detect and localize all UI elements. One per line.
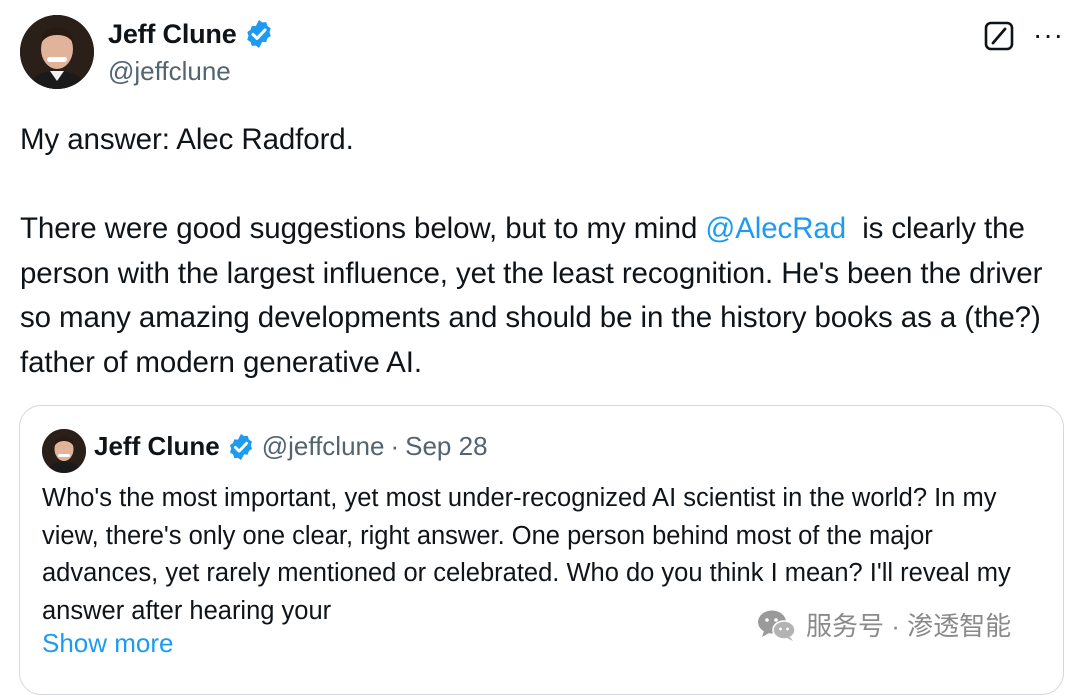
tweet-paragraph-2: There were good suggestions below, but t… xyxy=(20,207,1070,385)
quoted-verified-badge-icon xyxy=(226,432,256,462)
quoted-author-handle[interactable]: @jeffclune xyxy=(262,431,385,462)
author-name[interactable]: Jeff Clune xyxy=(108,19,237,50)
tweet-line-1: My answer: Alec Radford. xyxy=(20,123,354,156)
more-options-icon[interactable]: ··· xyxy=(1033,21,1064,49)
wechat-icon xyxy=(758,610,796,641)
quoted-header: Jeff Clune @jeffclune · Sep 28 xyxy=(94,431,488,462)
watermark-text: 服务号 · 渗透智能 xyxy=(806,611,1012,641)
quoted-author-name[interactable]: Jeff Clune xyxy=(94,431,220,462)
tweet-text-before-mention: There were good suggestions below, but t… xyxy=(20,212,706,245)
tweet-text: My answer: Alec Radford. There were good… xyxy=(20,118,1070,385)
author-name-row: Jeff Clune xyxy=(108,18,275,50)
quoted-author-avatar[interactable] xyxy=(42,429,86,473)
watermark: 服务号 · 渗透智能 xyxy=(756,606,1011,643)
quoted-separator: · xyxy=(390,431,400,461)
author-handle[interactable]: @jeffclune xyxy=(108,56,231,87)
mention-link[interactable]: @AlecRad xyxy=(705,212,846,245)
author-avatar[interactable] xyxy=(20,15,94,89)
quoted-date[interactable]: Sep 28 xyxy=(405,431,487,462)
quoted-tweet-card[interactable]: Jeff Clune @jeffclune · Sep 28 Who's the… xyxy=(19,405,1064,695)
show-more-link[interactable]: Show more xyxy=(42,628,174,659)
verified-badge-icon xyxy=(243,18,275,50)
grok-icon[interactable] xyxy=(984,21,1014,51)
